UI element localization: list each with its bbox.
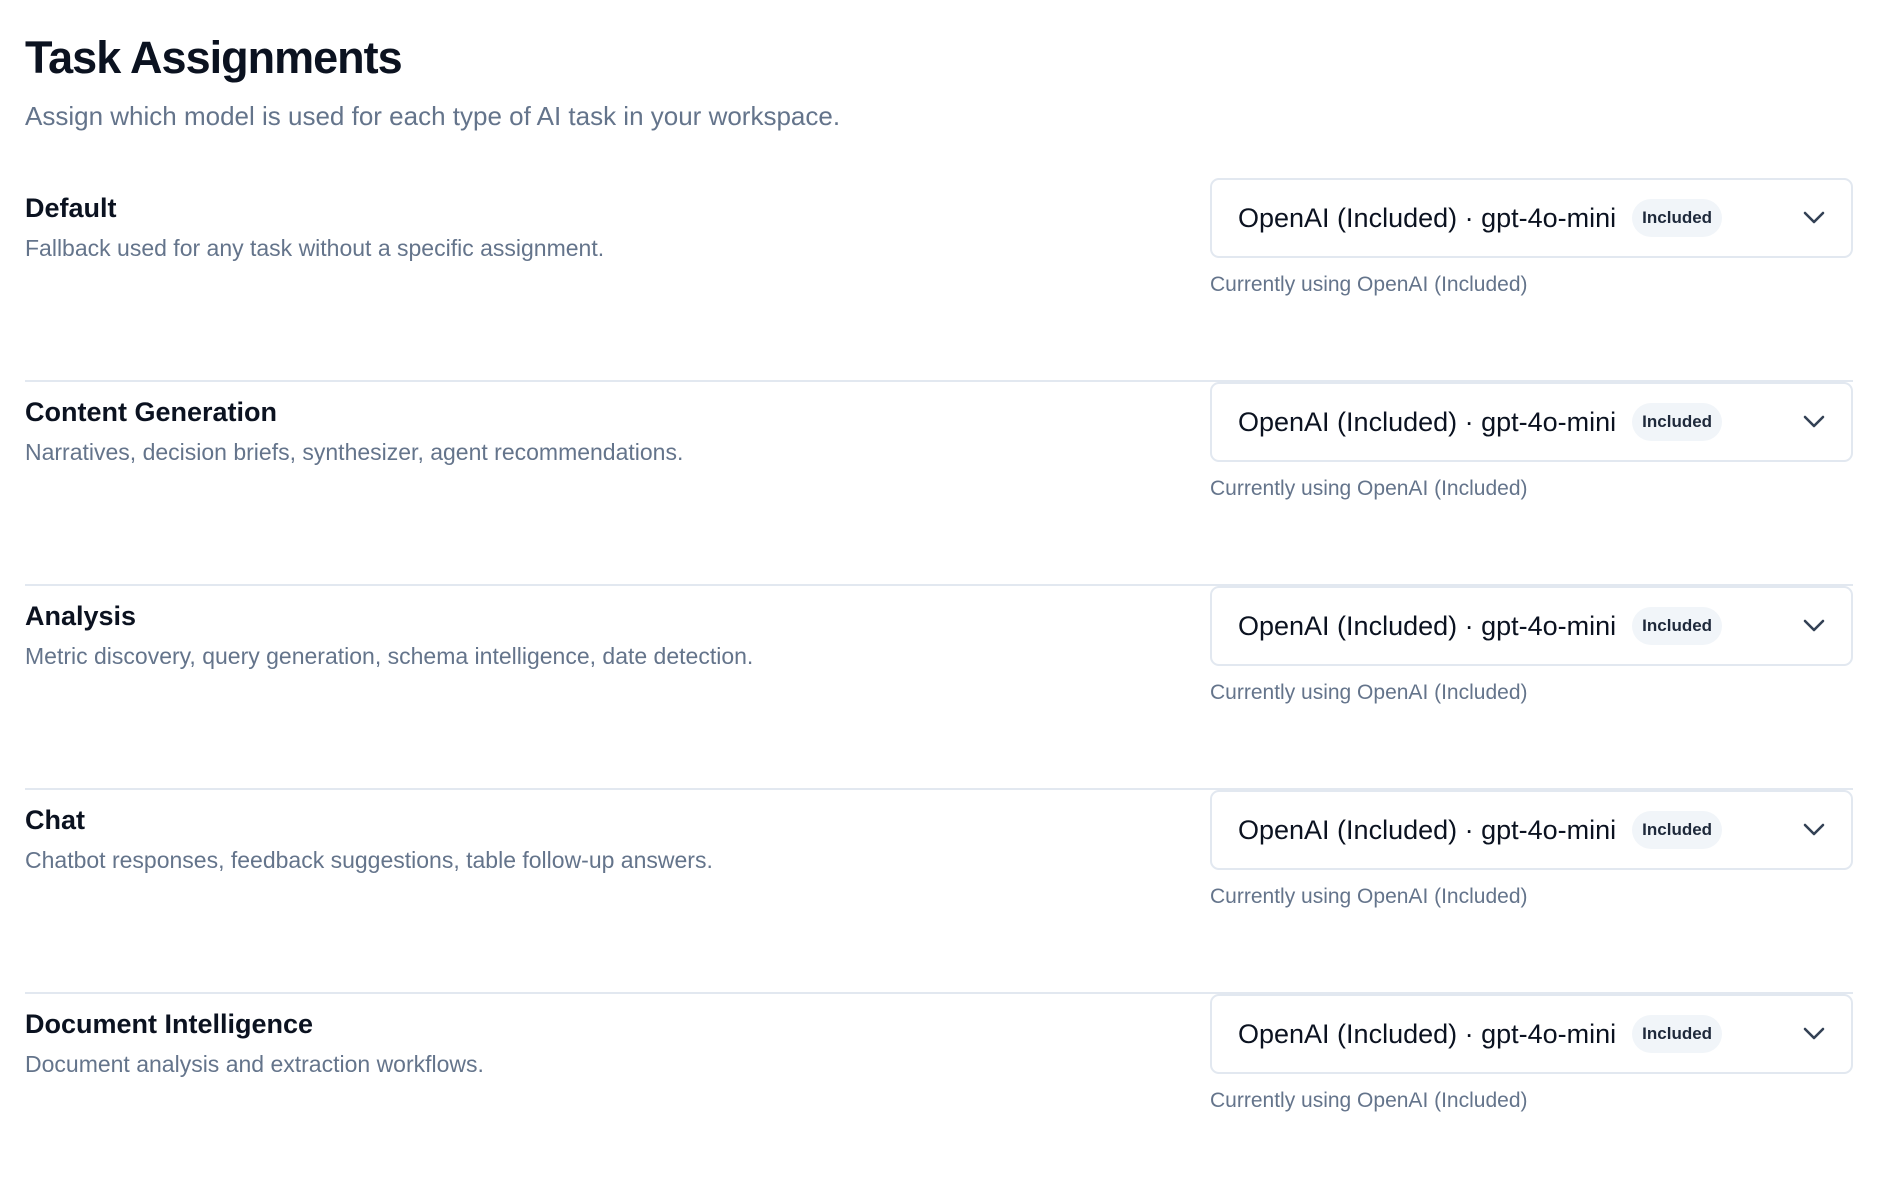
task-row-content-generation: Content Generation Narratives, decision … xyxy=(25,382,1853,586)
task-info: Default Fallback used for any task witho… xyxy=(25,178,604,264)
task-description: Document analysis and extraction workflo… xyxy=(25,1051,484,1077)
chevron-down-icon xyxy=(1801,613,1827,639)
task-row-analysis: Analysis Metric discovery, query generat… xyxy=(25,586,1853,790)
task-name: Chat xyxy=(25,805,85,835)
task-name: Analysis xyxy=(25,601,137,631)
task-info: Analysis Metric discovery, query generat… xyxy=(25,586,753,672)
included-badge: Included xyxy=(1632,811,1723,849)
selected-model: OpenAI (Included) · gpt-4o-mini xyxy=(1238,610,1617,641)
task-description: Narratives, decision briefs, synthesizer… xyxy=(25,439,684,465)
model-select-document-intelligence[interactable]: OpenAI (Included) · gpt-4o-mini Included xyxy=(1210,994,1853,1074)
task-name: Document Intelligence xyxy=(25,1009,314,1039)
page-subtitle: Assign which model is used for each type… xyxy=(25,101,841,131)
page-title: Task Assignments xyxy=(25,32,403,83)
chevron-down-icon xyxy=(1801,409,1827,435)
model-select-chat[interactable]: OpenAI (Included) · gpt-4o-mini Included xyxy=(1210,790,1853,870)
task-row-default: Default Fallback used for any task witho… xyxy=(25,178,1853,382)
chevron-down-icon xyxy=(1801,817,1827,843)
task-description: Chatbot responses, feedback suggestions,… xyxy=(25,847,713,873)
task-description: Fallback used for any task without a spe… xyxy=(25,235,605,261)
model-select-default[interactable]: OpenAI (Included) · gpt-4o-mini Included xyxy=(1210,178,1853,258)
task-assignments-page: Task Assignments Assign which model is u… xyxy=(0,0,1853,1198)
task-control: OpenAI (Included) · gpt-4o-mini Included… xyxy=(1210,994,1853,1116)
included-badge: Included xyxy=(1632,199,1723,237)
selected-model: OpenAI (Included) · gpt-4o-mini xyxy=(1238,814,1617,845)
task-control: OpenAI (Included) · gpt-4o-mini Included… xyxy=(1210,382,1853,504)
current-provider-text: Currently using OpenAI (Included) xyxy=(1210,273,1528,296)
task-control: OpenAI (Included) · gpt-4o-mini Included… xyxy=(1210,586,1853,708)
model-select-content-generation[interactable]: OpenAI (Included) · gpt-4o-mini Included xyxy=(1210,382,1853,462)
task-info: Chat Chatbot responses, feedback suggest… xyxy=(25,790,713,876)
task-info: Document Intelligence Document analysis … xyxy=(25,994,484,1080)
task-row-chat: Chat Chatbot responses, feedback suggest… xyxy=(25,790,1853,994)
model-select-analysis[interactable]: OpenAI (Included) · gpt-4o-mini Included xyxy=(1210,586,1853,666)
current-provider-text: Currently using OpenAI (Included) xyxy=(1210,681,1528,704)
chevron-down-icon xyxy=(1801,1021,1827,1047)
task-name: Content Generation xyxy=(25,397,278,427)
selected-model: OpenAI (Included) · gpt-4o-mini xyxy=(1238,202,1617,233)
included-badge: Included xyxy=(1632,607,1723,645)
current-provider-text: Currently using OpenAI (Included) xyxy=(1210,1089,1528,1112)
current-provider-text: Currently using OpenAI (Included) xyxy=(1210,477,1528,500)
task-control: OpenAI (Included) · gpt-4o-mini Included… xyxy=(1210,178,1853,300)
task-row-document-intelligence: Document Intelligence Document analysis … xyxy=(25,994,1853,1198)
task-control: OpenAI (Included) · gpt-4o-mini Included… xyxy=(1210,790,1853,912)
included-badge: Included xyxy=(1632,1015,1723,1053)
chevron-down-icon xyxy=(1801,205,1827,231)
task-list: Default Fallback used for any task witho… xyxy=(25,178,1853,1198)
selected-model: OpenAI (Included) · gpt-4o-mini xyxy=(1238,1018,1617,1049)
selected-model: OpenAI (Included) · gpt-4o-mini xyxy=(1238,406,1617,437)
current-provider-text: Currently using OpenAI (Included) xyxy=(1210,885,1528,908)
task-name: Default xyxy=(25,193,117,223)
included-badge: Included xyxy=(1632,403,1723,441)
task-description: Metric discovery, query generation, sche… xyxy=(25,643,754,669)
task-info: Content Generation Narratives, decision … xyxy=(25,382,683,468)
